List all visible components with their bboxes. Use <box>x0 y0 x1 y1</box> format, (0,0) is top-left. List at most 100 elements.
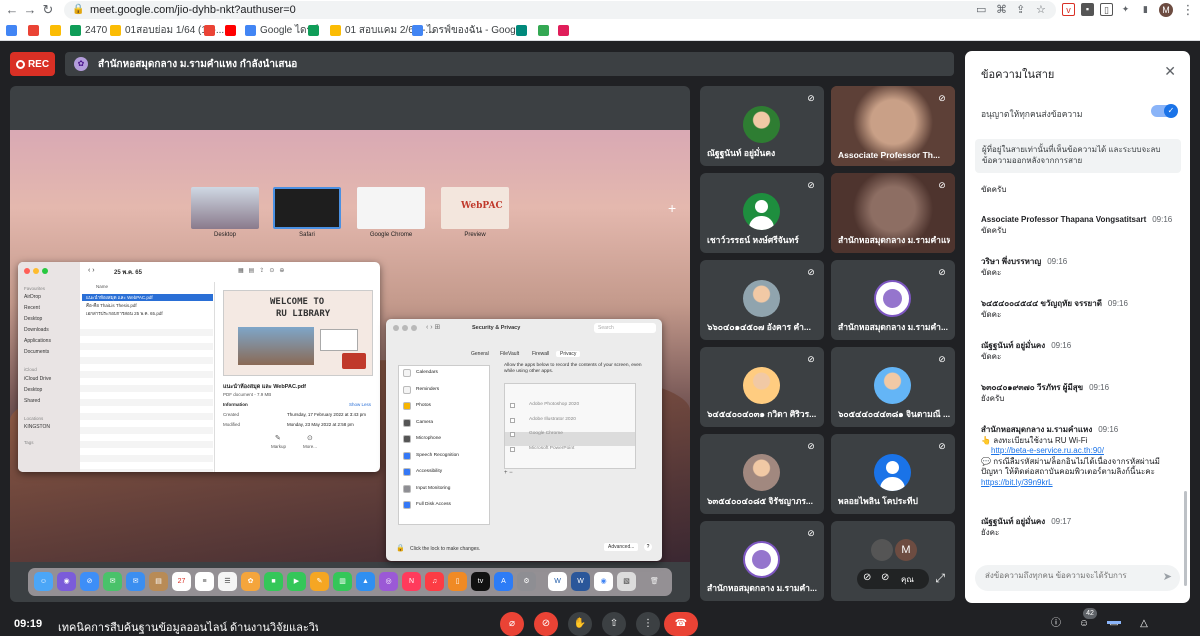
sidebar-item[interactable]: Documents <box>24 349 49 355</box>
word-dock-icon[interactable]: W <box>571 572 590 591</box>
music-dock-icon[interactable]: ♫ <box>425 572 444 591</box>
search-field[interactable]: Search <box>594 323 656 333</box>
settings-dock-icon[interactable]: ⚙ <box>517 572 536 591</box>
bookmark-item[interactable] <box>50 23 65 38</box>
privacy-category-item[interactable]: Calendars <box>416 370 438 375</box>
bookmark-item[interactable] <box>6 23 21 38</box>
app-checkbox[interactable] <box>510 446 515 452</box>
file-row[interactable]: คือ-คือ ThaiLis Thesis.pdf <box>82 302 213 309</box>
participant-tile[interactable]: ⊘ ๖๔๕๔๐๐๔๐๓๑ กวิดา ศิริวร... <box>700 347 824 427</box>
app-checkbox[interactable] <box>510 403 515 408</box>
add-space-icon[interactable]: + <box>668 200 676 216</box>
bookmark-item[interactable]: 2470 <box>70 23 107 38</box>
participant-tile[interactable]: ⊘ ๖๓๕๔๐๐๔๐๘๕ จิรัชญาภร... <box>700 434 824 514</box>
forward-icon[interactable]: → <box>22 2 38 18</box>
sidebar-item[interactable]: Desktop <box>24 316 42 322</box>
privacy-category-item[interactable]: Input Monitoring <box>416 486 450 491</box>
sidebar-item[interactable]: Applications <box>24 338 51 344</box>
reminders-dock-icon[interactable]: ☰ <box>218 572 237 591</box>
participant-tile[interactable]: ⊘ พลอยไพลิน โคประทีป <box>831 434 955 514</box>
chat-scrollbar[interactable] <box>1184 491 1187 586</box>
more-icon[interactable]: ⊙ <box>307 434 313 442</box>
close-dot-icon[interactable] <box>24 268 30 274</box>
news-dock-icon[interactable]: N <box>402 572 421 591</box>
url-text[interactable]: meet.google.com/jio-dyhb-nkt?authuser=0 <box>90 4 296 16</box>
facetime-dock-icon[interactable]: ■ <box>264 572 283 591</box>
safari-dock-icon[interactable]: ⊘ <box>80 572 99 591</box>
activities-icon[interactable]: △ <box>1132 612 1156 636</box>
menu-icon[interactable]: ⋮ <box>1180 2 1196 18</box>
preview-dock-icon[interactable]: ▧ <box>617 572 636 591</box>
add-remove-buttons[interactable]: + − <box>504 470 513 476</box>
bookmark-item[interactable]: ไดรฟ์ของฉัน - Googl... <box>412 23 526 38</box>
app-permission-item[interactable]: Adobe Photoshop 2020 <box>529 402 579 407</box>
space-thumb-chrome[interactable] <box>357 187 425 229</box>
camera-off-icon[interactable]: ⊘ <box>881 572 889 583</box>
bookmark-star-icon[interactable]: ☆ <box>1036 3 1046 16</box>
participant-tile[interactable]: ⊘ ณัฐฐนันท์ อยู่มั่นคง <box>700 86 824 166</box>
file-row[interactable]: แนะนำห้องสมุด และ WebPAC.pdf <box>82 294 213 301</box>
present-screen-icon[interactable]: ⇧ <box>602 612 626 636</box>
participant-tile[interactable]: ⊘ Associate Professor Th... <box>831 86 955 166</box>
tv-dock-icon[interactable]: tv <box>471 572 490 591</box>
self-tile[interactable]: M ⊘ ⊘ คุณ ⤢ <box>831 521 955 601</box>
close-dot-icon[interactable] <box>393 325 399 331</box>
books-dock-icon[interactable]: ▯ <box>448 572 467 591</box>
advanced-button[interactable]: Advanced... <box>604 543 639 551</box>
tab-general[interactable]: General <box>471 351 489 357</box>
more-label[interactable]: More... <box>303 444 317 449</box>
reload-icon[interactable]: ↻ <box>40 2 56 18</box>
bookmark-item[interactable] <box>225 23 240 38</box>
raise-hand-icon[interactable]: ✋ <box>568 612 592 636</box>
mic-off-icon[interactable]: ⊘ <box>863 572 871 583</box>
notes-dock-icon[interactable]: ≡ <box>195 572 214 591</box>
minimize-dot-icon[interactable] <box>402 325 408 331</box>
bookmark-item[interactable] <box>538 23 553 38</box>
sidebar-item[interactable]: Recent <box>24 305 40 311</box>
camera-off-icon[interactable]: ⊘ <box>534 612 558 636</box>
facetime-dock-icon[interactable]: ▶ <box>287 572 306 591</box>
tab-privacy[interactable]: Privacy <box>556 351 581 357</box>
participant-tile[interactable]: ⊘ สำนักหอสมุดกลาง ม.รามคำแหง... <box>831 173 955 253</box>
extension-vpn-icon[interactable]: v <box>1062 3 1075 16</box>
markup-icon[interactable]: ✎ <box>275 434 281 442</box>
participant-tile[interactable]: ⊘ เชาว์วรรธน์ หงษ์ศรีจันทร์ <box>700 173 824 253</box>
fullscreen-icon[interactable]: ⤢ <box>935 571 945 586</box>
sidebar-item[interactable]: Desktop <box>24 387 42 393</box>
participant-tile[interactable]: ⊘ สำนักหอสมุดกลาง ม.รามคำ... <box>700 521 824 601</box>
participant-tile[interactable]: ⊘ ๖๐๕๔๔๐๔๔๓๘๑ จินตามณี ... <box>831 347 955 427</box>
show-less-link[interactable]: Show Less <box>349 402 371 407</box>
zoom-dot-icon[interactable] <box>411 325 417 331</box>
siri-dock-icon[interactable]: ◉ <box>57 572 76 591</box>
numbers-dock-icon[interactable]: ▥ <box>333 572 352 591</box>
reading-list-icon[interactable]: ▮ <box>1139 3 1152 16</box>
camera-icon[interactable]: ▭ <box>976 3 986 16</box>
more-options-icon[interactable]: ⋮ <box>636 612 660 636</box>
zoom-dot-icon[interactable] <box>42 268 48 274</box>
calendar-dock-icon[interactable]: 27 <box>172 572 191 591</box>
send-icon[interactable]: ➤ <box>1163 570 1172 583</box>
bookmark-item[interactable] <box>308 23 323 38</box>
sidebar-item[interactable]: AirDrop <box>24 294 41 300</box>
lock-icon[interactable]: 🔒 <box>396 544 405 552</box>
trash-dock-icon[interactable]: 🗑 <box>645 572 664 591</box>
extensions-puzzle-icon[interactable]: ✦ <box>1119 3 1132 16</box>
tab-filevault[interactable]: FileVault <box>500 351 519 357</box>
app-store-dock-icon[interactable]: A <box>494 572 513 591</box>
pages-dock-icon[interactable]: ✎ <box>310 572 329 591</box>
markup-label[interactable]: Markup <box>271 444 286 449</box>
bookmark-item[interactable] <box>558 23 573 38</box>
finder-dock-icon[interactable]: ☺ <box>34 572 53 591</box>
back-icon[interactable]: ← <box>4 2 20 18</box>
tab-firewall[interactable]: Firewall <box>532 351 549 357</box>
chrome-dock-icon[interactable]: ◉ <box>594 572 613 591</box>
translate-icon[interactable]: ⌘ <box>996 3 1007 16</box>
profile-avatar[interactable]: M <box>1159 3 1173 17</box>
nav-arrows-icon[interactable]: ‹ › ⊞ <box>426 323 440 331</box>
space-thumb-desktop[interactable] <box>191 187 259 229</box>
participant-tile[interactable]: ⊘ สำนักหอสมุดกลาง ม.รามคำ... <box>831 260 955 340</box>
participant-tile[interactable]: ⊘ ๖๖๐๔๐๑๔๕๐๗ อังคาร คำ... <box>700 260 824 340</box>
minimize-dot-icon[interactable] <box>33 268 39 274</box>
file-row[interactable]: เอกสารประกอบการสอน 25 พ.ค. 65.pdf <box>82 310 213 317</box>
app-permission-item[interactable]: Google Chrome <box>529 431 563 436</box>
